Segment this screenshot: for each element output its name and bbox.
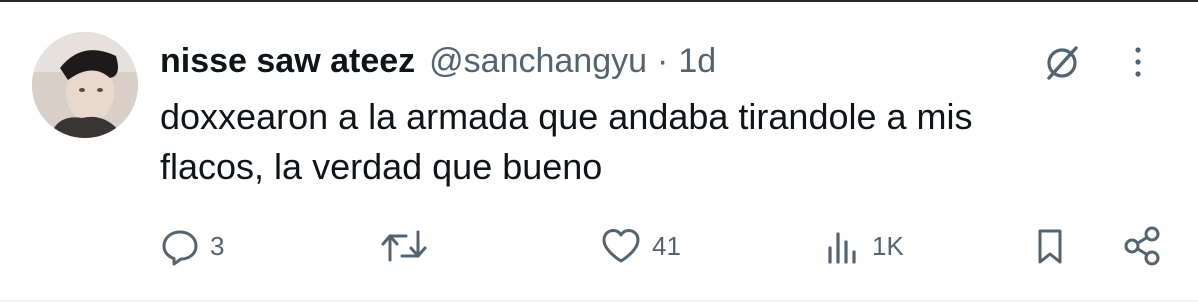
- view-count: 1K: [872, 230, 904, 261]
- reply-button[interactable]: 3: [160, 222, 224, 270]
- tweet-header: nisse saw ateez @sanchangyu · 1d: [160, 36, 716, 86]
- avatar-photo: [32, 32, 138, 138]
- tweet-text-line: flacos, la verdad que bueno: [160, 146, 603, 187]
- bookmark-button[interactable]: [1030, 222, 1070, 270]
- more-vertical-icon[interactable]: [1128, 40, 1148, 84]
- action-bar: 3 41 1K: [160, 222, 1170, 270]
- like-count: 41: [652, 230, 681, 261]
- avatar[interactable]: [32, 32, 138, 138]
- timestamp[interactable]: 1d: [678, 42, 716, 81]
- views-button[interactable]: 1K: [822, 222, 904, 270]
- grok-icon[interactable]: [1040, 40, 1084, 84]
- bottom-divider: [0, 300, 1198, 302]
- repost-button[interactable]: [380, 222, 428, 270]
- top-divider: [0, 0, 1198, 2]
- heart-icon: [602, 229, 640, 263]
- reply-count: 3: [210, 230, 225, 261]
- user-handle[interactable]: @sanchangyu: [429, 42, 647, 81]
- tweet-text-line: doxxearon a la armada que andaba tirando…: [160, 96, 973, 137]
- views-icon: [828, 232, 856, 264]
- display-name[interactable]: nisse saw ateez: [160, 42, 415, 81]
- tweet-text: doxxearon a la armada que andaba tirando…: [160, 92, 1160, 192]
- repost-icon: [381, 230, 427, 262]
- separator-dot: ·: [657, 41, 669, 80]
- bookmark-icon: [1038, 229, 1062, 264]
- like-button[interactable]: 41: [600, 222, 681, 270]
- share-icon: [1124, 226, 1160, 266]
- reply-icon: [162, 230, 198, 266]
- share-button[interactable]: [1120, 222, 1164, 270]
